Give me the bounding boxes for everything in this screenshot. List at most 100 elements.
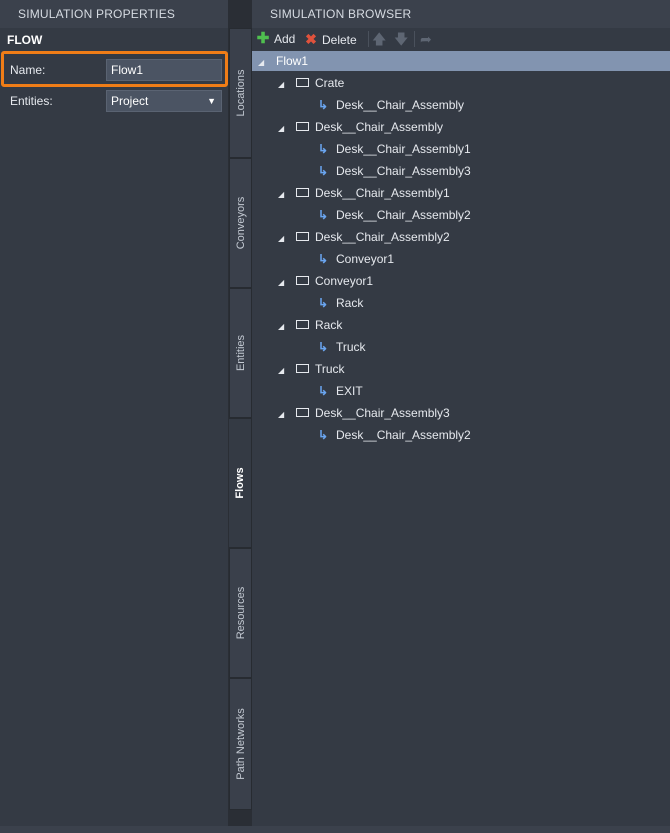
tab-conveyors[interactable]: Conveyors [229,158,252,288]
tree-item-label: EXIT [336,384,363,398]
add-button[interactable]: ✚ Add [256,30,296,47]
tree-location-item[interactable]: ◢ Crate [278,73,344,93]
flow-arrow-icon: ↳ [317,428,329,442]
name-input[interactable]: Flow1 [106,59,222,81]
tree-item-label: Desk__Chair_Assembly3 [336,164,471,178]
tree-item-label: Truck [315,362,345,376]
tab-resources[interactable]: Resources [229,548,252,678]
tree-flow-item[interactable]: ↳ Desk__Chair_Assembly [316,95,464,115]
entities-selected-value: Project [111,94,149,108]
tab-label: Resources [234,586,247,640]
delete-button[interactable]: ✖ Delete [304,31,357,47]
add-label: Add [274,32,296,46]
location-icon [296,408,309,418]
tree-item-label: Rack [336,296,364,310]
expand-toggle-icon[interactable]: ◢ [278,317,290,337]
tree-item-label: Desk__Chair_Assembly2 [336,428,471,442]
arrow-up-icon[interactable]: 🡅 [372,31,386,47]
flow-arrow-icon: ↳ [317,208,329,222]
entities-label: Entities: [10,94,53,108]
expand-toggle-icon[interactable]: ◢ [258,53,270,73]
dropdown-caret-icon: ▼ [207,96,216,106]
location-icon [296,232,309,242]
location-icon [296,188,309,198]
tree-item-label: Rack [315,318,343,332]
section-title: FLOW [7,33,43,47]
flow-arrow-icon: ↳ [317,142,329,156]
tree-flow-item[interactable]: ↳ EXIT [316,381,363,401]
toolbar-divider [368,31,369,47]
tree-item-label: Desk__Chair_Assembly1 [315,186,450,200]
expand-toggle-icon[interactable]: ◢ [278,405,290,425]
location-icon [296,364,309,374]
tree-item-label: Desk__Chair_Assembly [315,120,444,134]
expand-toggle-icon[interactable]: ◢ [278,229,290,249]
tree-root-item[interactable]: ◢ Flow1 [252,51,670,71]
expand-toggle-icon[interactable]: ◢ [278,273,290,293]
tree-location-item[interactable]: ◢ Truck [278,359,345,379]
tab-path-networks[interactable]: Path Networks [229,678,252,810]
properties-header: SIMULATION PROPERTIES [0,0,228,28]
tab-label: Locations [234,69,247,117]
tree-item-label: Conveyor1 [315,274,374,288]
delete-label: Delete [322,33,357,47]
name-row: Name: Flow1 [4,57,224,83]
tree-item-label: Crate [315,76,345,90]
tree-location-item[interactable]: ◢ Desk__Chair_Assembly [278,117,443,137]
tree-flow-item[interactable]: ↳ Conveyor1 [316,249,394,269]
toolbar-divider [414,31,415,47]
flow-arrow-icon: ↳ [317,252,329,266]
flow-arrow-icon: ↳ [317,98,329,112]
status-strip [0,826,670,833]
vertical-tab-strip: Locations Conveyors Entities Flows Resou… [229,28,252,813]
tab-label: Conveyors [234,196,247,250]
tree-item-label: Conveyor1 [336,252,395,266]
tree-flow-item[interactable]: ↳ Rack [316,293,363,313]
tab-flows[interactable]: Flows [229,418,252,548]
browser-toolbar: ✚ Add ✖ Delete 🡅 🡇 ➦ [252,28,670,50]
tree-location-item[interactable]: ◢ Desk__Chair_Assembly1 [278,183,450,203]
tree-item-label: Truck [336,340,366,354]
location-icon [296,320,309,330]
expand-toggle-icon[interactable]: ◢ [278,185,290,205]
tree-flow-item[interactable]: ↳ Desk__Chair_Assembly2 [316,205,471,225]
flow-arrow-icon: ↳ [317,164,329,178]
x-icon: ✖ [305,31,317,47]
tree-flow-item[interactable]: ↳ Desk__Chair_Assembly2 [316,425,471,445]
tree-flow-item[interactable]: ↳ Truck [316,337,366,357]
location-icon [296,122,309,132]
tree-item-label: Desk__Chair_Assembly1 [336,142,471,156]
tree-location-item[interactable]: ◢ Conveyor1 [278,271,373,291]
arrow-down-icon[interactable]: 🡇 [394,31,408,47]
plus-icon: ✚ [256,30,270,47]
tree-item-label: Desk__Chair_Assembly3 [315,406,450,420]
entities-row: Entities: Project ▼ [4,88,224,114]
tab-entities[interactable]: Entities [229,288,252,418]
expand-toggle-icon[interactable]: ◢ [278,361,290,381]
location-icon [296,276,309,286]
tab-label: Entities [234,334,247,372]
flow-arrow-icon: ↳ [317,340,329,354]
expand-toggle-icon[interactable]: ◢ [278,119,290,139]
expand-toggle-icon[interactable]: ◢ [278,75,290,95]
entities-select[interactable]: Project ▼ [106,90,222,112]
flow-arrow-icon: ↳ [317,384,329,398]
simulation-browser-panel: SIMULATION BROWSER ✚ Add ✖ Delete 🡅 🡇 ➦ ◢ F… [252,0,670,833]
flow-arrow-icon: ↳ [317,296,329,310]
redirect-arrow-icon[interactable]: ➦ [420,31,432,47]
tree-item-label: Desk__Chair_Assembly [336,98,465,112]
tree-flow-item[interactable]: ↳ Desk__Chair_Assembly3 [316,161,471,181]
location-icon [296,78,309,88]
tree-item-label: Desk__Chair_Assembly2 [336,208,471,222]
browser-header: SIMULATION BROWSER [252,0,670,28]
tab-label: Flows [234,467,246,499]
tree-item-label: Flow1 [276,54,309,68]
tab-locations[interactable]: Locations [229,28,252,158]
tree-location-item[interactable]: ◢ Desk__Chair_Assembly3 [278,403,450,423]
name-label: Name: [10,63,46,77]
tree-flow-item[interactable]: ↳ Desk__Chair_Assembly1 [316,139,471,159]
tree-item-label: Desk__Chair_Assembly2 [315,230,450,244]
simulation-properties-panel: SIMULATION PROPERTIES FLOW Name: Flow1 E… [0,0,228,833]
tree-location-item[interactable]: ◢ Rack [278,315,342,335]
tree-location-item[interactable]: ◢ Desk__Chair_Assembly2 [278,227,450,247]
